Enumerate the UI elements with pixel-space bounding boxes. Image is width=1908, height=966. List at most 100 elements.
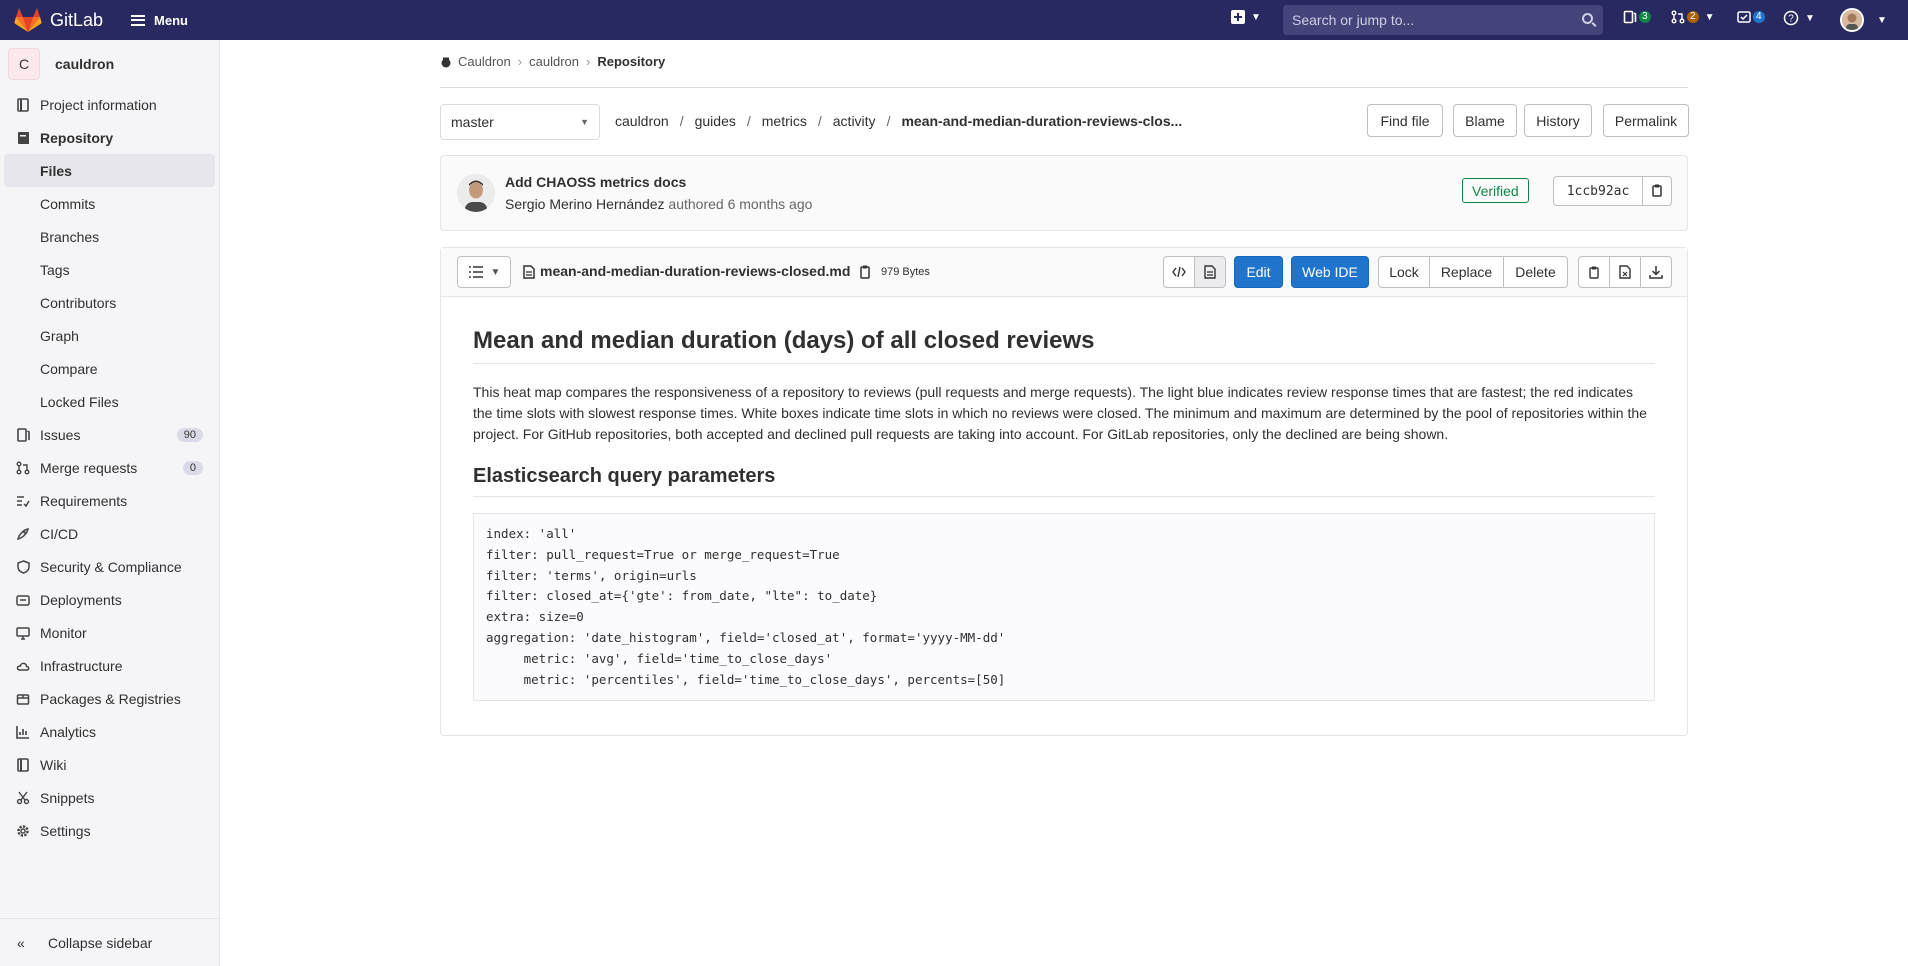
gitlab-logo[interactable]: GitLab [14, 7, 103, 33]
sidebar-item-label: Deployments [40, 591, 122, 608]
sidebar-item-wiki[interactable]: Wiki [0, 748, 219, 781]
sidebar-item-project-information[interactable]: Project information [0, 88, 219, 121]
sidebar-item-repository[interactable]: Repository [0, 121, 219, 154]
copy-contents-button[interactable] [1578, 256, 1610, 288]
hamburger-icon [131, 14, 146, 26]
project-header[interactable]: C cauldron [0, 40, 219, 88]
sidebar-item-label: Infrastructure [40, 657, 123, 674]
sidebar-item-files[interactable]: Files [4, 154, 215, 187]
web-ide-button[interactable]: Web IDE [1291, 256, 1369, 288]
breadcrumb: Cauldron › cauldron › Repository [440, 54, 665, 69]
chevron-down-icon: ▼ [580, 117, 589, 127]
commit-title[interactable]: Add CHAOSS metrics docs [505, 174, 686, 190]
double-chevron-left-icon: « [17, 934, 25, 951]
sidebar-item-settings[interactable]: Settings [0, 814, 219, 847]
path-separator: / [746, 113, 751, 129]
sidebar-item-issues[interactable]: Issues 90 [0, 418, 219, 451]
todo-icon [1737, 11, 1751, 23]
monitor-icon [16, 626, 30, 640]
sidebar-item-commits[interactable]: Commits [0, 187, 219, 220]
menu-button[interactable]: Menu [131, 13, 188, 28]
deployments-icon [16, 593, 30, 607]
download-icon [1649, 266, 1663, 279]
replace-button[interactable]: Replace [1429, 256, 1504, 288]
file-header: ▼ mean-and-median-duration-reviews-close… [441, 248, 1687, 297]
path-segment[interactable]: cauldron [615, 113, 669, 129]
commit-author[interactable]: Sergio Merino Hernández [505, 196, 665, 212]
new-dropdown[interactable]: ▼ [1231, 10, 1261, 24]
sidebar-item-infrastructure[interactable]: Infrastructure [0, 649, 219, 682]
sidebar-item-label: Merge requests [40, 459, 138, 476]
collapse-sidebar-button[interactable]: « Collapse sidebar [0, 918, 219, 966]
merge-request-icon [16, 461, 30, 475]
sidebar-item-label: Tags [40, 261, 70, 278]
content-heading: Mean and median duration (days) of all c… [473, 327, 1655, 364]
user-avatar-image [1842, 10, 1862, 30]
sidebar-item-label: Commits [40, 195, 96, 212]
chevron-down-icon: ▼ [1704, 11, 1715, 23]
breadcrumb-current[interactable]: Repository [597, 54, 665, 69]
path-current-file: mean-and-median-duration-reviews-clos... [901, 113, 1183, 129]
display-source-button[interactable] [1163, 256, 1195, 288]
copy-sha-button[interactable] [1642, 176, 1672, 206]
sidebar-item-contributors[interactable]: Contributors [0, 286, 219, 319]
help-button[interactable]: ? ▼ [1783, 10, 1815, 26]
sidebar-item-monitor[interactable]: Monitor [0, 616, 219, 649]
chevron-down-icon[interactable]: ▼ [1877, 15, 1887, 26]
mr-count-badge: 0 [182, 460, 203, 475]
search-input[interactable]: Search or jump to... [1283, 5, 1603, 35]
sidebar-item-security-compliance[interactable]: Security & Compliance [0, 550, 219, 583]
path-segment[interactable]: metrics [762, 113, 807, 129]
commit-sha[interactable]: 1ccb92ac [1553, 176, 1643, 206]
sidebar-item-tags[interactable]: Tags [0, 253, 219, 286]
sidebar-item-merge-requests[interactable]: Merge requests 0 [0, 451, 219, 484]
branch-selector[interactable]: master ▼ [440, 104, 600, 140]
path-segment[interactable]: guides [695, 113, 736, 129]
copy-icon [1589, 266, 1599, 279]
file-size: 979 Bytes [881, 266, 930, 278]
mr-count-badge: 2 [1687, 11, 1699, 23]
gear-icon [16, 824, 30, 838]
find-file-button[interactable]: Find file [1367, 104, 1443, 137]
sidebar-item-label: Contributors [40, 294, 117, 311]
user-avatar[interactable] [1840, 8, 1864, 32]
breadcrumb-project[interactable]: cauldron [529, 54, 579, 69]
sidebar-item-compare[interactable]: Compare [0, 352, 219, 385]
delete-button[interactable]: Delete [1503, 256, 1568, 288]
sidebar-item-analytics[interactable]: Analytics [0, 715, 219, 748]
toc-dropdown[interactable]: ▼ [457, 256, 511, 288]
permalink-button[interactable]: Permalink [1603, 104, 1689, 137]
sidebar-item-deployments[interactable]: Deployments [0, 583, 219, 616]
merge-requests-button[interactable]: 2 ▼ [1671, 10, 1714, 24]
copy-icon[interactable] [858, 264, 872, 280]
sidebar-item-requirements[interactable]: Requirements [0, 484, 219, 517]
sidebar-item-label: Packages & Registries [40, 690, 181, 707]
collapse-sidebar-label: Collapse sidebar [48, 934, 153, 951]
sidebar-item-snippets[interactable]: Snippets [0, 781, 219, 814]
sidebar-item-label: Compare [40, 360, 98, 377]
open-raw-button[interactable] [1609, 256, 1641, 288]
path-segment[interactable]: activity [833, 113, 876, 129]
download-button[interactable] [1640, 256, 1672, 288]
sidebar-item-ci-cd[interactable]: CI/CD [0, 517, 219, 550]
todos-button[interactable]: 4 [1737, 10, 1765, 24]
cauldron-group-icon [441, 57, 451, 67]
display-rendered-button[interactable] [1194, 256, 1226, 288]
verified-badge[interactable]: Verified [1462, 178, 1529, 203]
edit-button[interactable]: Edit [1234, 256, 1283, 288]
book-icon [16, 757, 30, 772]
sidebar: C cauldron Project information Repositor… [0, 40, 220, 966]
search-placeholder: Search or jump to... [1292, 12, 1415, 28]
shield-icon [16, 559, 30, 574]
lock-button[interactable]: Lock [1378, 256, 1430, 288]
blame-button[interactable]: Blame [1453, 104, 1517, 137]
author-avatar[interactable] [457, 174, 495, 212]
markdown-content: Mean and median duration (days) of all c… [473, 327, 1655, 702]
issues-button[interactable]: 3 [1623, 10, 1651, 24]
sidebar-item-graph[interactable]: Graph [0, 319, 219, 352]
sidebar-item-locked-files[interactable]: Locked Files [0, 385, 219, 418]
history-button[interactable]: History [1524, 104, 1592, 137]
sidebar-item-branches[interactable]: Branches [0, 220, 219, 253]
breadcrumb-group[interactable]: Cauldron [458, 54, 511, 69]
sidebar-item-packages-registries[interactable]: Packages & Registries [0, 682, 219, 715]
